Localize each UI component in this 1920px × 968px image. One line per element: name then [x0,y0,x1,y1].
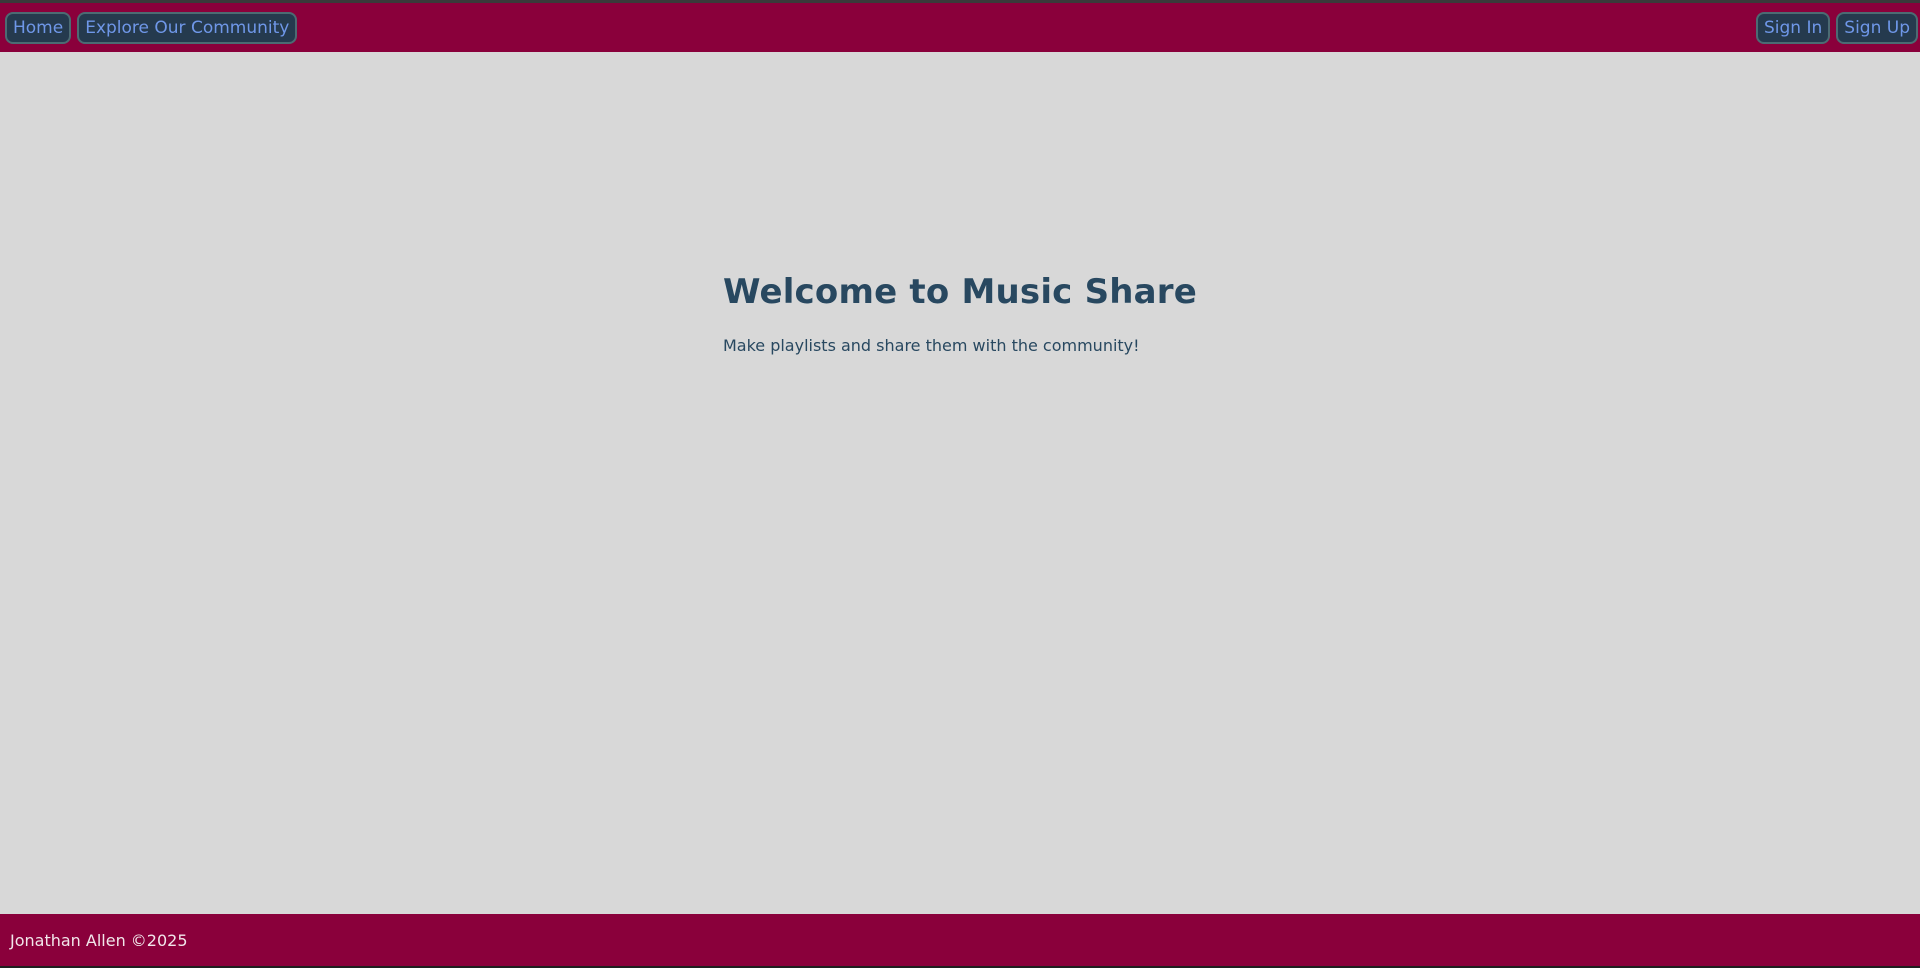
home-button[interactable]: Home [5,12,72,44]
top-navbar: Home Explore Our Community Sign In Sign … [0,3,1920,52]
page-title: Welcome to Music Share [722,272,1198,312]
hero-content: Welcome to Music Share Make playlists an… [723,272,1197,355]
footer-copyright: Jonathan Allen ©2025 [10,931,188,950]
page-subtitle: Make playlists and share them with the c… [722,336,1140,355]
footer: Jonathan Allen ©2025 [0,914,1920,968]
sign-in-button[interactable]: Sign In [1756,12,1831,44]
sign-up-button[interactable]: Sign Up [1836,12,1918,44]
explore-community-button[interactable]: Explore Our Community [77,12,298,44]
main-content [0,52,1920,914]
hero-section: Welcome to Music Share Make playlists an… [0,272,1920,355]
nav-left-group: Home Explore Our Community [5,12,298,44]
nav-right-group: Sign In Sign Up [1756,12,1918,44]
